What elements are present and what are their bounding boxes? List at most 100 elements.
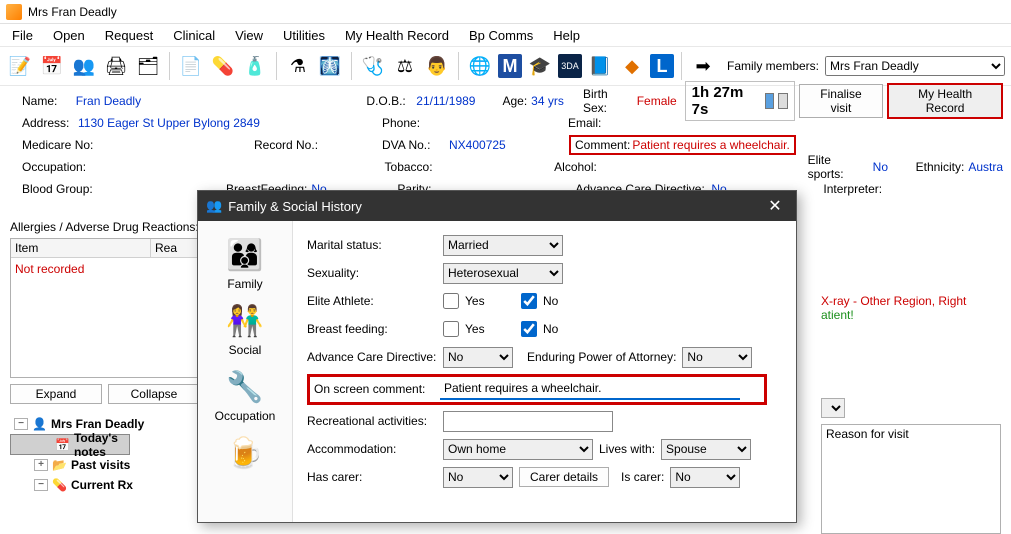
dialog-icon: 👥 xyxy=(206,198,222,214)
close-icon[interactable]: ✕ xyxy=(762,196,788,216)
birthsex-label: Birth Sex: xyxy=(583,87,633,115)
hascarer-select[interactable]: No xyxy=(443,467,513,488)
note-line-1: X-ray - Other Region, Right xyxy=(821,294,1001,308)
marital-select[interactable]: Married xyxy=(443,235,563,256)
dob-value: 21/11/1989 xyxy=(416,94,498,108)
bf-no-check[interactable] xyxy=(521,321,537,337)
right-panel: X-ray - Other Region, Right atient! Reas… xyxy=(821,220,1001,534)
menu-clinical[interactable]: Clinical xyxy=(163,26,225,45)
elite-yes-check[interactable] xyxy=(443,293,459,309)
collapse-icon[interactable]: − xyxy=(34,479,48,491)
tool-pill-icon[interactable]: 💊 xyxy=(209,52,237,80)
tool-book-icon[interactable]: 📘 xyxy=(586,52,614,80)
tool-xray-icon[interactable]: 🩻 xyxy=(316,52,344,80)
tobacco-label: Tobacco: xyxy=(385,160,551,174)
tool-grad-icon[interactable]: 🎓 xyxy=(526,52,554,80)
menu-bpcomms[interactable]: Bp Comms xyxy=(459,26,543,45)
ethnicity-label: Ethnicity: xyxy=(916,160,965,174)
dialog-form: Marital status: Married Sexuality: Heter… xyxy=(293,221,796,522)
tool-bottle-icon[interactable]: 🧴 xyxy=(241,52,269,80)
expand-button[interactable]: Expand xyxy=(10,384,102,404)
sexuality-label: Sexuality: xyxy=(307,266,437,280)
side-social[interactable]: 👫 Social xyxy=(205,295,285,361)
email-label: Email: xyxy=(568,116,601,130)
dialog-titlebar[interactable]: 👥 Family & Social History ✕ xyxy=(198,191,796,221)
carer-details-button[interactable]: Carer details xyxy=(519,467,609,487)
note-line-2: atient! xyxy=(821,308,1001,322)
allergies-list[interactable]: Item Rea Not recorded xyxy=(10,238,200,378)
tool-scales-icon[interactable]: ⚖ xyxy=(391,52,419,80)
title-bar: Mrs Fran Deadly xyxy=(0,0,1011,24)
comment-highlight: Comment: Patient requires a wheelchair. xyxy=(569,135,796,155)
age-value: 34 yrs xyxy=(531,94,579,108)
rec-label: Recreational activities: xyxy=(307,414,437,428)
name-value[interactable]: Fran Deadly xyxy=(76,94,363,108)
menu-file[interactable]: File xyxy=(2,26,43,45)
bf-yes-check[interactable] xyxy=(443,321,459,337)
menu-utilities[interactable]: Utilities xyxy=(273,26,335,45)
tool-stetho-icon[interactable]: 🩺 xyxy=(359,52,387,80)
wrench-icon: 🔧 xyxy=(223,365,267,409)
age-label: Age: xyxy=(502,94,527,108)
dropdown[interactable] xyxy=(821,398,845,418)
family-members-select[interactable]: Mrs Fran Deadly xyxy=(825,56,1005,76)
marital-label: Marital status: xyxy=(307,238,437,252)
tool-3da-icon[interactable]: 3DA xyxy=(558,54,582,78)
acd-select[interactable]: No xyxy=(443,347,513,368)
tool-globe-icon[interactable]: 🌐 xyxy=(466,52,494,80)
tool-person-icon[interactable]: 👨 xyxy=(423,52,451,80)
menu-help[interactable]: Help xyxy=(543,26,590,45)
tool-exit-icon[interactable]: ➡ xyxy=(689,52,717,80)
tool-l-icon[interactable]: L xyxy=(650,54,674,78)
lives-label: Lives with: xyxy=(599,442,655,456)
toolbar: 📝 📅 👥 🖨 🗂 📄 💊 🧴 ⚗ 🩻 🩺 ⚖ 👨 🌐 M 🎓 3DA 📘 ◆ … xyxy=(0,46,1011,86)
calendar-icon: 📅 xyxy=(55,438,70,452)
reason-for-visit-box[interactable]: Reason for visit xyxy=(821,424,1001,534)
nav-tree: − 👤 Mrs Fran Deadly 📅 Today's notes + 📂 … xyxy=(10,414,200,495)
app-icon xyxy=(6,4,22,20)
tool-note-icon[interactable]: 📝 xyxy=(6,52,34,80)
social-icon: 👫 xyxy=(223,299,267,343)
menu-view[interactable]: View xyxy=(225,26,273,45)
tree-today[interactable]: 📅 Today's notes xyxy=(10,434,130,455)
my-health-record-button[interactable]: My Health Record xyxy=(887,83,1003,119)
iscarer-select[interactable]: No xyxy=(670,467,740,488)
expand-icon[interactable]: + xyxy=(34,459,48,471)
col-reaction[interactable]: Rea xyxy=(151,239,199,257)
tool-people-icon[interactable]: 👥 xyxy=(70,52,98,80)
menu-mhr[interactable]: My Health Record xyxy=(335,26,459,45)
tool-doc-icon[interactable]: 📄 xyxy=(177,52,205,80)
elite-no-check[interactable] xyxy=(521,293,537,309)
menu-request[interactable]: Request xyxy=(95,26,163,45)
side-family[interactable]: 👨‍👩‍👦 Family xyxy=(205,229,285,295)
address-value[interactable]: 1130 Eager St Upper Bylong 2849 xyxy=(78,116,378,130)
side-alcohol[interactable]: 🍺 xyxy=(205,427,285,479)
onscreen-comment-input[interactable] xyxy=(440,379,740,400)
timer-play-icon[interactable] xyxy=(778,93,788,109)
lives-select[interactable]: Spouse xyxy=(661,439,751,460)
tool-flask-icon[interactable]: ⚗ xyxy=(284,52,312,80)
tree-past[interactable]: + 📂 Past visits xyxy=(10,455,200,475)
timer-pause-icon[interactable] xyxy=(765,93,775,109)
dialog-side-tabs: 👨‍👩‍👦 Family 👫 Social 🔧 Occupation 🍺 xyxy=(198,221,293,522)
collapse-button[interactable]: Collapse xyxy=(108,384,200,404)
dva-value: NX400725 xyxy=(449,138,565,152)
col-item[interactable]: Item xyxy=(11,239,151,257)
accom-select[interactable]: Own home xyxy=(443,439,593,460)
tool-cards-icon[interactable]: 🗂 xyxy=(134,52,162,80)
side-occupation[interactable]: 🔧 Occupation xyxy=(205,361,285,427)
tool-print-icon[interactable]: 🖨 xyxy=(102,52,130,80)
finalise-visit-button[interactable]: Finalise visit xyxy=(799,84,883,118)
tree-rx[interactable]: − 💊 Current Rx xyxy=(10,475,200,495)
tool-calendar-icon[interactable]: 📅 xyxy=(38,52,66,80)
tool-diamond-icon[interactable]: ◆ xyxy=(618,52,646,80)
occupation-label: Occupation: xyxy=(22,160,381,174)
tool-m-icon[interactable]: M xyxy=(498,54,522,78)
window-title: Mrs Fran Deadly xyxy=(28,5,117,19)
elitesports-label: Elite sports: xyxy=(808,153,869,181)
epa-select[interactable]: No xyxy=(682,347,752,368)
menu-open[interactable]: Open xyxy=(43,26,95,45)
collapse-icon[interactable]: − xyxy=(14,418,28,430)
sexuality-select[interactable]: Heterosexual xyxy=(443,263,563,284)
rec-input[interactable] xyxy=(443,411,613,432)
